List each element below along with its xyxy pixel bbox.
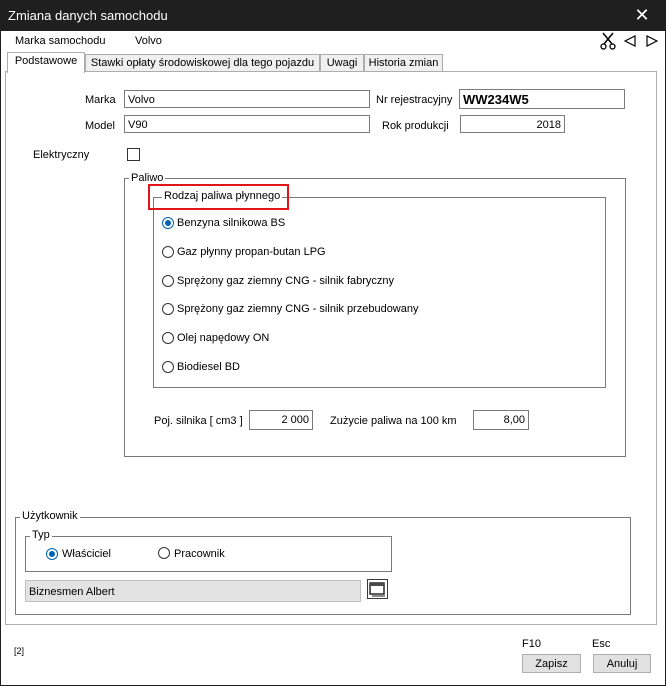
footer-marker: [2] xyxy=(14,646,25,656)
arrow-right-icon[interactable] xyxy=(646,35,659,47)
radio-owner[interactable] xyxy=(46,548,58,560)
fuel-option-cng-rebuilt[interactable]: Sprężony gaz ziemny CNG - silnik przebud… xyxy=(177,303,419,315)
radio-fuel-bd[interactable] xyxy=(162,361,174,373)
owner-option[interactable]: Właściciel xyxy=(62,548,111,560)
radio-fuel-cng-rebuilt[interactable] xyxy=(162,303,174,315)
fuel-option-bd[interactable]: Biodiesel BD xyxy=(177,361,240,373)
highlight-box xyxy=(148,184,289,210)
employee-option[interactable]: Pracownik xyxy=(174,548,225,560)
scissors-icon[interactable] xyxy=(600,32,616,50)
tab-uwagi[interactable]: Uwagi xyxy=(320,54,364,72)
save-shortcut: F10 xyxy=(522,638,541,650)
radio-fuel-on[interactable] xyxy=(162,332,174,344)
fuel-group-title: Paliwo xyxy=(129,172,166,184)
make-info-label: Marka samochodu xyxy=(15,35,106,47)
consumption-input[interactable]: 8,00 xyxy=(473,410,529,430)
engine-input[interactable]: 2 000 xyxy=(249,410,313,430)
tab-podstawowe[interactable]: Podstawowe xyxy=(7,52,85,73)
arrow-left-icon[interactable] xyxy=(623,35,636,47)
lookup-icon xyxy=(369,582,385,597)
make-input[interactable]: Volvo xyxy=(124,90,370,108)
user-lookup-button[interactable] xyxy=(367,579,388,599)
engine-label: Poj. silnika [ cm3 ] xyxy=(154,415,243,427)
save-button[interactable]: Zapisz xyxy=(522,654,581,673)
make-label: Marka xyxy=(85,94,116,106)
electric-checkbox[interactable] xyxy=(127,148,140,161)
radio-fuel-bs[interactable] xyxy=(162,217,174,229)
model-label: Model xyxy=(85,120,115,132)
model-input[interactable]: V90 xyxy=(124,115,370,133)
fuel-option-lpg[interactable]: Gaz płynny propan-butan LPG xyxy=(177,246,326,258)
year-label: Rok produkcji xyxy=(382,120,449,132)
cancel-shortcut: Esc xyxy=(592,638,611,650)
radio-fuel-cng-factory[interactable] xyxy=(162,275,174,287)
user-type-title: Typ xyxy=(30,529,52,541)
tab-stawki[interactable]: Stawki opłaty środowiskowej dla tego poj… xyxy=(85,54,320,72)
radio-fuel-lpg[interactable] xyxy=(162,246,174,258)
make-info-value: Volvo xyxy=(135,35,162,47)
reg-label: Nr rejestracyjny xyxy=(376,94,453,106)
tab-historia[interactable]: Historia zmian xyxy=(364,54,443,72)
electric-label: Elektryczny xyxy=(33,149,90,161)
close-icon[interactable]: ✕ xyxy=(619,1,665,31)
user-name-field[interactable]: Biznesmen Albert xyxy=(25,580,361,602)
title-bar: Zmiana danych samochodu ✕ xyxy=(1,1,665,31)
consumption-label: Zużycie paliwa na 100 km xyxy=(330,415,457,427)
window-title: Zmiana danych samochodu xyxy=(8,8,168,23)
fuel-option-on[interactable]: Olej napędowy ON xyxy=(177,332,269,344)
fuel-option-bs[interactable]: Benzyna silnikowa BS xyxy=(177,217,285,229)
user-group-title: Użytkownik xyxy=(20,510,80,522)
fuel-option-cng-factory[interactable]: Sprężony gaz ziemny CNG - silnik fabrycz… xyxy=(177,275,394,287)
tab-strip: Podstawowe Stawki opłaty środowiskowej d… xyxy=(1,51,665,73)
info-bar: Marka samochodu Volvo xyxy=(1,31,665,51)
cancel-button[interactable]: Anuluj xyxy=(593,654,651,673)
year-input[interactable]: 2018 xyxy=(460,115,565,133)
radio-employee[interactable] xyxy=(158,547,170,559)
reg-input[interactable]: WW234W5 xyxy=(459,89,625,109)
